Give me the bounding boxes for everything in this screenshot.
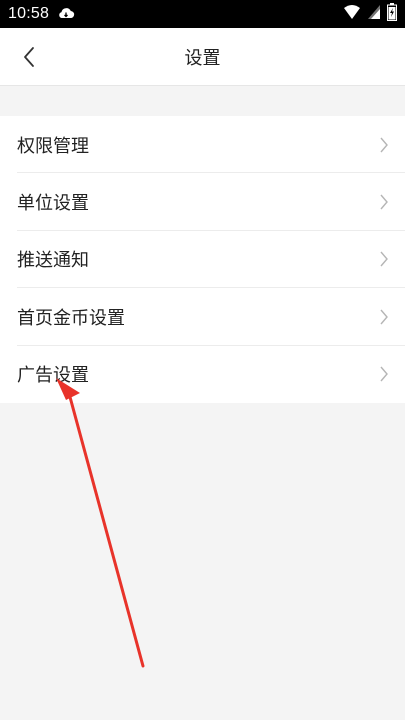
chevron-right-icon — [380, 309, 388, 325]
menu-item-label: 首页金币设置 — [17, 307, 125, 329]
nav-bar: 设置 — [0, 28, 405, 86]
status-time: 10:58 — [8, 5, 50, 22]
settings-menu: 权限管理 单位设置 推送通知 首页金币设置 广告设置 — [0, 116, 405, 403]
menu-item-units[interactable]: 单位设置 — [0, 173, 405, 232]
status-bar: 10:58 — [0, 0, 405, 28]
status-left: 10:58 — [8, 5, 75, 24]
menu-item-label: 单位设置 — [17, 193, 89, 215]
signal-icon — [367, 4, 381, 24]
menu-item-label: 权限管理 — [17, 135, 89, 157]
chevron-right-icon — [380, 366, 388, 382]
status-right — [343, 3, 397, 25]
menu-item-label: 推送通知 — [17, 250, 89, 272]
battery-icon — [387, 3, 397, 25]
menu-item-permissions[interactable]: 权限管理 — [0, 116, 405, 174]
menu-item-label: 广告设置 — [17, 365, 89, 387]
wifi-icon — [343, 4, 361, 24]
chevron-right-icon — [380, 194, 388, 210]
menu-item-ad-settings[interactable]: 广告设置 — [0, 346, 405, 403]
chevron-right-icon — [380, 137, 388, 153]
cloud-icon — [57, 5, 75, 24]
menu-item-push-notifications[interactable]: 推送通知 — [0, 231, 405, 289]
menu-item-home-coins[interactable]: 首页金币设置 — [0, 288, 405, 346]
page-title: 设置 — [184, 48, 221, 69]
chevron-right-icon — [380, 252, 388, 267]
